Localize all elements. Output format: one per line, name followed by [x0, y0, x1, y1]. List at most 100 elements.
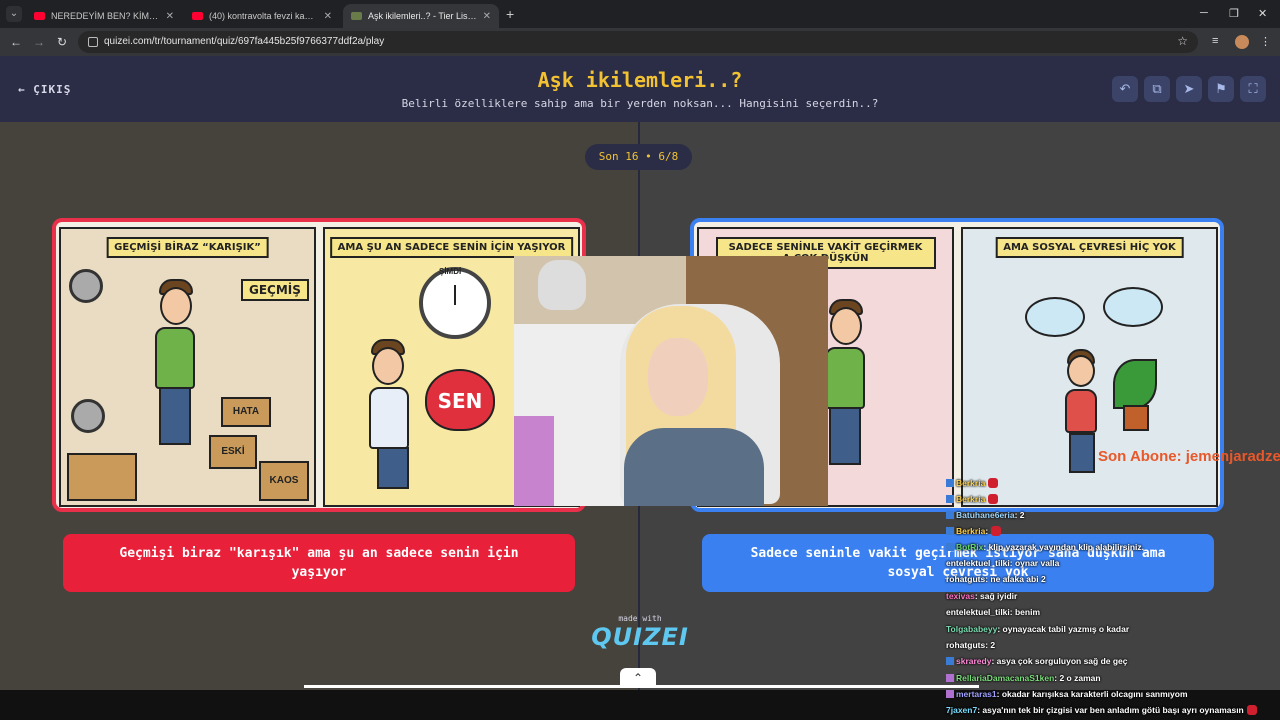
tab-close-icon[interactable]: ✕ [166, 11, 174, 22]
chat-user: skraredy [956, 656, 992, 666]
head [1067, 355, 1095, 387]
last-subscriber-alert: Son Abone: jemenjaradze [1098, 448, 1280, 465]
browser-tab-3-active[interactable]: Aşk ikilemleri..? - Tier List, Kör S... … [343, 4, 499, 28]
youtube-favicon-icon [192, 12, 203, 20]
comic-panel-past: GEÇMİŞİ BİRAZ “KARIŞIK” GEÇMİŞ HATA ESKİ… [59, 227, 316, 507]
address-bar[interactable]: quizei.com/tr/tournament/quiz/697fa445b2… [78, 31, 1198, 53]
thought-bubble-island [1103, 287, 1163, 327]
chat-text: : 2 [985, 640, 996, 650]
undo-icon[interactable]: ↶ [1112, 76, 1138, 102]
panel-caption: AMA SOSYAL ÇEVRESİ HİÇ YOK [995, 237, 1184, 258]
copy-icon[interactable]: ⧉ [1144, 76, 1170, 102]
clock-icon: ŞİMDİ [419, 267, 491, 339]
tab-close-icon[interactable]: ✕ [483, 11, 491, 22]
chat-text: : asya'nın tek bir çizgisi var ben anlad… [977, 705, 1244, 715]
url-text[interactable]: quizei.com/tr/tournament/quiz/697fa445b2… [104, 36, 384, 47]
torso [155, 327, 195, 389]
chat-message: RellariaDamacanaS1ken: 2 o zaman [946, 673, 1101, 683]
chat-user: Berkria [956, 526, 986, 536]
chat-user: entelektuel_tilki [946, 607, 1010, 617]
reload-icon[interactable]: ↻ [57, 35, 67, 49]
badge-icon [946, 495, 954, 503]
report-flag-icon[interactable]: ⚑ [1208, 76, 1234, 102]
tab-title: Aşk ikilemleri..? - Tier List, Kör S... [368, 11, 477, 21]
new-tab-button[interactable]: + [506, 6, 514, 22]
clock-label: ŞİMDİ [439, 267, 462, 276]
chat-message: Berkria [946, 494, 999, 504]
chat-text: : oynar valla [1009, 558, 1060, 568]
badge-icon [946, 657, 954, 665]
clock-hand [454, 285, 456, 305]
film-reel-icon [71, 399, 105, 433]
badge-icon [946, 511, 954, 519]
reading-list-icon[interactable]: ≡ [1212, 35, 1218, 47]
back-arrow-icon[interactable]: ← [10, 35, 22, 49]
round-counter: Son 16 • 6/8 [585, 144, 692, 170]
chat-user: Berkria [956, 478, 986, 488]
choice-card-left[interactable]: GEÇMİŞİ BİRAZ “KARIŞIK” GEÇMİŞ HATA ESKİ… [52, 218, 586, 512]
profile-avatar[interactable] [1235, 35, 1249, 49]
plant-leaves [1113, 359, 1157, 409]
forward-arrow-icon[interactable]: → [33, 35, 45, 49]
torso [1065, 389, 1097, 433]
box-hata: HATA [221, 397, 271, 427]
heart-sen: SEN [425, 369, 495, 431]
sign-label: GEÇMİŞ [241, 279, 309, 301]
legs [829, 407, 861, 465]
badge-icon [946, 543, 954, 551]
browser-menu-icon[interactable]: ⋮ [1260, 35, 1271, 48]
emote-icon [988, 494, 999, 504]
bookmark-star-icon[interactable]: ☆ [1177, 34, 1188, 48]
chat-message: texivas: sağ iyidir [946, 591, 1017, 601]
stream-chat: Berkria Berkria Batuhane6eria: 2 Berkria… [946, 476, 1280, 720]
cat-figure [538, 260, 586, 310]
chat-user: mertaras1 [956, 689, 997, 699]
chat-message: rohatguts: 2 [946, 640, 995, 650]
chat-message: BotRix: klip yazarak yayından klip alabi… [946, 542, 1144, 552]
quizei-favicon-icon [351, 12, 362, 20]
chat-text: : sağ iyidir [974, 591, 1018, 601]
site-info-icon[interactable] [88, 37, 98, 47]
legs [377, 447, 409, 489]
tab-title: (40) kontravolta fevzi kağıtları n... [209, 11, 318, 21]
fullscreen-icon[interactable]: ⛶ [1240, 76, 1266, 102]
minimize-button[interactable]: ─ [1200, 7, 1208, 19]
badge-icon [946, 527, 954, 535]
chat-text: : ne alaka abi 2 [985, 574, 1046, 584]
youtube-favicon-icon [34, 12, 45, 20]
panel-caption: GEÇMİŞİ BİRAZ “KARIŞIK” [106, 237, 269, 258]
emote-icon [1246, 705, 1257, 715]
chat-message: 7jaxen7: asya'nın tek bir çizgisi var be… [946, 705, 1257, 715]
legs [1069, 433, 1095, 473]
head [372, 347, 404, 385]
badge-icon [946, 690, 954, 698]
torso [825, 347, 865, 409]
chat-user: entelektuel_tilki [946, 558, 1010, 568]
chat-message: mertaras1: okadar karışıksa karakterli o… [946, 689, 1188, 699]
tab-close-icon[interactable]: ✕ [324, 11, 332, 22]
chat-user: rohatguts [946, 640, 986, 650]
restore-button[interactable]: ❐ [1229, 7, 1239, 20]
streamer-face [648, 338, 708, 416]
browser-tab-2[interactable]: (40) kontravolta fevzi kağıtları n... ✕ [184, 4, 340, 28]
close-window-button[interactable]: ✕ [1258, 7, 1267, 20]
browser-tab-bar: ⌄ NEREDEYİM BEN? KİMSE YOK İ... ✕ (40) k… [0, 0, 1280, 28]
streamer-body [624, 428, 764, 506]
film-reel-icon [69, 269, 103, 303]
chat-message: entelektuel_tilki: benim [946, 607, 1040, 617]
chat-message: Tolgababeyy: oynayacak tabil yazmış o ka… [946, 624, 1129, 634]
browser-tab-1[interactable]: NEREDEYİM BEN? KİMSE YOK İ... ✕ [26, 4, 182, 28]
progress-track [304, 685, 979, 688]
answer-button-left[interactable]: Geçmişi biraz "karışık" ama şu an sadece… [63, 534, 575, 592]
webcam-overlay [514, 256, 828, 506]
chat-text: : 2 [1014, 510, 1025, 520]
chat-user: Batuhane6eria [956, 510, 1015, 520]
chat-user: RellariaDamacanaS1ken [956, 673, 1055, 683]
quiz-title: Aşk ikilemleri..? [537, 68, 743, 92]
chat-message: Berkria [946, 478, 999, 488]
tab-search-chevron-icon[interactable]: ⌄ [6, 6, 22, 22]
thought-bubble-island [1025, 297, 1085, 337]
share-icon[interactable]: ➤ [1176, 76, 1202, 102]
emote-icon [988, 478, 999, 488]
chat-user: Berkria [956, 494, 986, 504]
